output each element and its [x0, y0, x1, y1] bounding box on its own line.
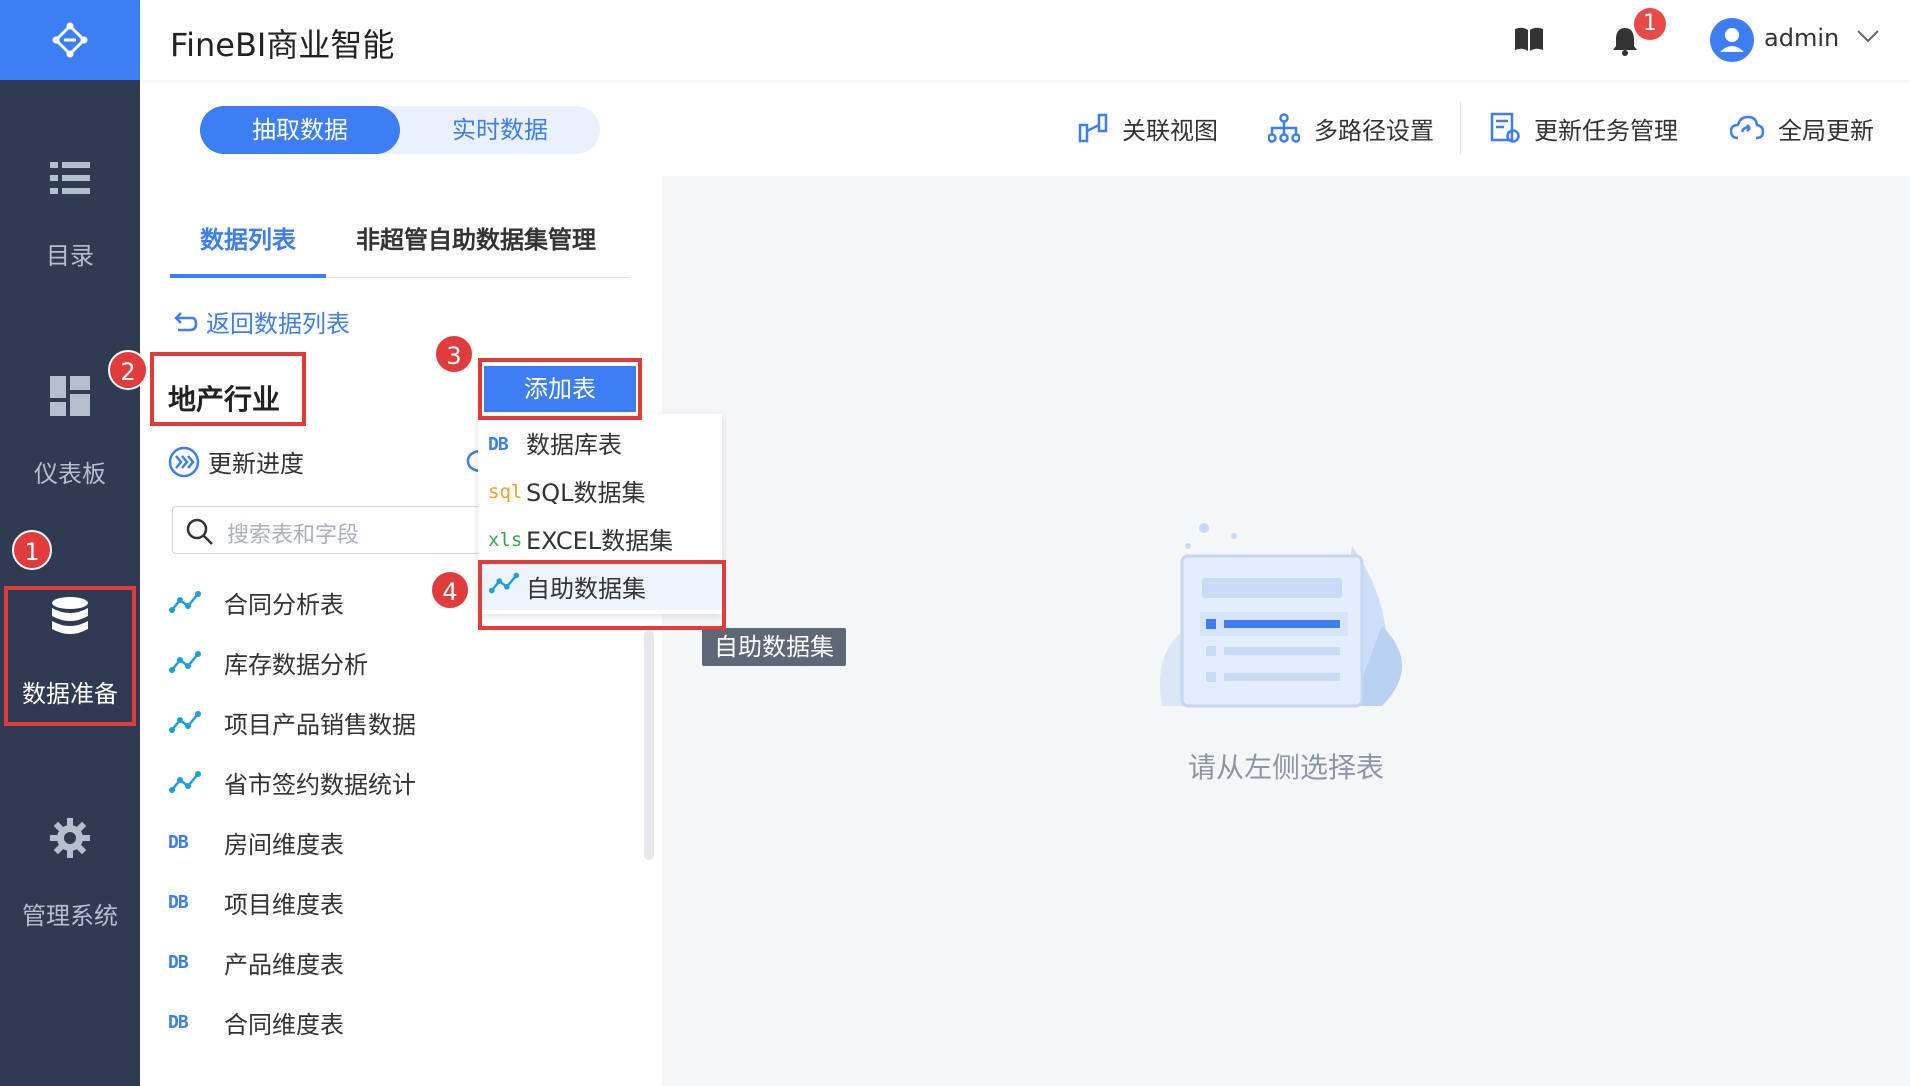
- annotation-number-4: 4: [430, 570, 470, 610]
- nav-item-catalog[interactable]: 目录: [0, 158, 140, 298]
- update-task-management-button[interactable]: 更新任务管理: [1490, 108, 1678, 148]
- update-progress-link[interactable]: 更新进度: [168, 444, 304, 479]
- data-mode-toggle: 抽取数据 实时数据: [200, 106, 600, 154]
- toolbar-divider: [1460, 102, 1461, 154]
- annotation-number-1: 1: [12, 530, 52, 570]
- annotation-box-2: [150, 352, 306, 426]
- global-update-label: 全局更新: [1778, 116, 1874, 145]
- list-item-label: 房间维度表: [224, 830, 344, 859]
- search-placeholder: 搜索表和字段: [227, 523, 360, 548]
- list-item[interactable]: DB 房间维度表: [168, 812, 548, 872]
- menu-tooltip: 自助数据集: [702, 628, 846, 666]
- notification-badge: 1: [1634, 8, 1666, 40]
- self-service-dataset-icon: [169, 651, 201, 673]
- table-preview-area: 请从左侧选择表: [662, 176, 1910, 1086]
- nav-item-management-system[interactable]: 管理系统: [0, 818, 140, 958]
- db-table-icon: DB: [168, 951, 189, 973]
- nav-item-label: 仪表板: [34, 460, 106, 488]
- app-title: FineBI商业智能: [170, 26, 395, 64]
- update-progress-label: 更新进度: [208, 450, 304, 478]
- db-table-icon: DB: [168, 891, 189, 913]
- menu-item-excel-dataset[interactable]: xls EXCEL数据集: [478, 514, 722, 562]
- avatar[interactable]: [1710, 18, 1754, 62]
- list-item[interactable]: 省市签约数据统计: [168, 752, 548, 812]
- global-update-button[interactable]: 全局更新: [1730, 108, 1874, 148]
- back-to-data-list-link[interactable]: 返回数据列表: [172, 304, 350, 339]
- list-item[interactable]: 项目产品销售数据: [168, 692, 548, 752]
- nav-item-label: 管理系统: [22, 902, 118, 930]
- list-item-label: 合同维度表: [224, 1010, 344, 1039]
- cloud-refresh-icon: [1730, 115, 1764, 140]
- list-item-label: 项目产品销售数据: [224, 710, 416, 739]
- help-book-icon[interactable]: [1514, 26, 1544, 52]
- list-scrollbar[interactable]: [644, 630, 654, 860]
- nav-item-label: 目录: [46, 242, 94, 270]
- menu-item-label: SQL数据集: [526, 478, 646, 507]
- list-item-label: 合同分析表: [224, 590, 344, 619]
- logo-icon: [52, 22, 88, 58]
- sql-icon: sql: [488, 481, 523, 503]
- nav-item-dashboard[interactable]: 仪表板: [0, 376, 140, 516]
- tab-data-list[interactable]: 数据列表: [200, 220, 296, 255]
- self-service-dataset-icon: [169, 711, 201, 733]
- menu-item-sql-dataset[interactable]: sql SQL数据集: [478, 466, 722, 514]
- username[interactable]: admin: [1764, 24, 1839, 52]
- list-item[interactable]: DB 项目维度表: [168, 872, 548, 932]
- self-service-dataset-icon: [169, 771, 201, 793]
- chevron-down-icon[interactable]: [1856, 28, 1880, 44]
- search-icon: [186, 518, 213, 545]
- task-management-icon: [1490, 112, 1520, 143]
- multipath-icon: [1268, 113, 1300, 143]
- menu-item-label: 数据库表: [526, 430, 622, 459]
- list-item-label: 项目维度表: [224, 890, 344, 919]
- annotation-box-1: [4, 586, 136, 726]
- list-item-label: 省市签约数据统计: [224, 770, 416, 799]
- list-item-label: 库存数据分析: [224, 650, 368, 679]
- relation-view-button[interactable]: 关联视图: [1078, 108, 1218, 148]
- annotation-number-2: 2: [108, 350, 148, 390]
- realtime-data-toggle[interactable]: 实时数据: [400, 106, 600, 154]
- active-tab-indicator: [170, 274, 326, 278]
- back-arrow-icon: [174, 311, 198, 331]
- back-link-label: 返回数据列表: [206, 310, 350, 338]
- logo[interactable]: [0, 0, 140, 80]
- relation-view-label: 关联视图: [1122, 116, 1218, 145]
- catalog-icon: [50, 162, 90, 194]
- empty-state-text: 请从左侧选择表: [1187, 751, 1384, 784]
- extract-data-toggle[interactable]: 抽取数据: [200, 106, 400, 154]
- list-item[interactable]: DB 产品维度表: [168, 932, 548, 992]
- progress-forward-icon: [168, 446, 200, 477]
- menu-item-label: EXCEL数据集: [526, 526, 674, 555]
- gear-icon: [50, 818, 90, 858]
- db-table-icon: DB: [168, 831, 189, 853]
- search-input[interactable]: 搜索表和字段: [172, 506, 512, 554]
- update-task-management-label: 更新任务管理: [1534, 116, 1678, 145]
- empty-state-illustration: [1160, 523, 1402, 708]
- panel-tabs: 数据列表 非超管自助数据集管理: [170, 206, 630, 278]
- list-item[interactable]: 库存数据分析: [168, 632, 548, 692]
- tab-self-service-dataset-management[interactable]: 非超管自助数据集管理: [356, 220, 596, 255]
- notification-bell-icon[interactable]: [1612, 26, 1638, 56]
- annotation-number-3: 3: [434, 334, 474, 374]
- user-icon: [1720, 28, 1744, 52]
- multipath-settings-label: 多路径设置: [1314, 116, 1434, 145]
- annotation-box-3: [478, 358, 642, 420]
- table-list: 合同分析表 库存数据分析 项目产品销售数据 省市签约数据统计 DB 房间维度表 …: [168, 572, 548, 1052]
- menu-item-database-table[interactable]: DB 数据库表: [478, 418, 722, 466]
- dashboard-icon: [50, 376, 90, 416]
- list-item-label: 产品维度表: [224, 950, 344, 979]
- relation-view-icon: [1078, 113, 1108, 143]
- top-header: FineBI商业智能 1 admin: [140, 0, 1910, 80]
- self-service-dataset-icon: [169, 591, 201, 613]
- annotation-box-4: [478, 560, 726, 630]
- data-list-panel: 数据列表 非超管自助数据集管理 返回数据列表 地产行业 更新进度 搜索表和字段: [140, 176, 660, 1086]
- db-table-icon: DB: [488, 434, 509, 455]
- multipath-settings-button[interactable]: 多路径设置: [1268, 108, 1434, 148]
- db-table-icon: DB: [168, 1011, 189, 1033]
- list-item[interactable]: DB 合同维度表: [168, 992, 548, 1052]
- excel-icon: xls: [488, 529, 523, 551]
